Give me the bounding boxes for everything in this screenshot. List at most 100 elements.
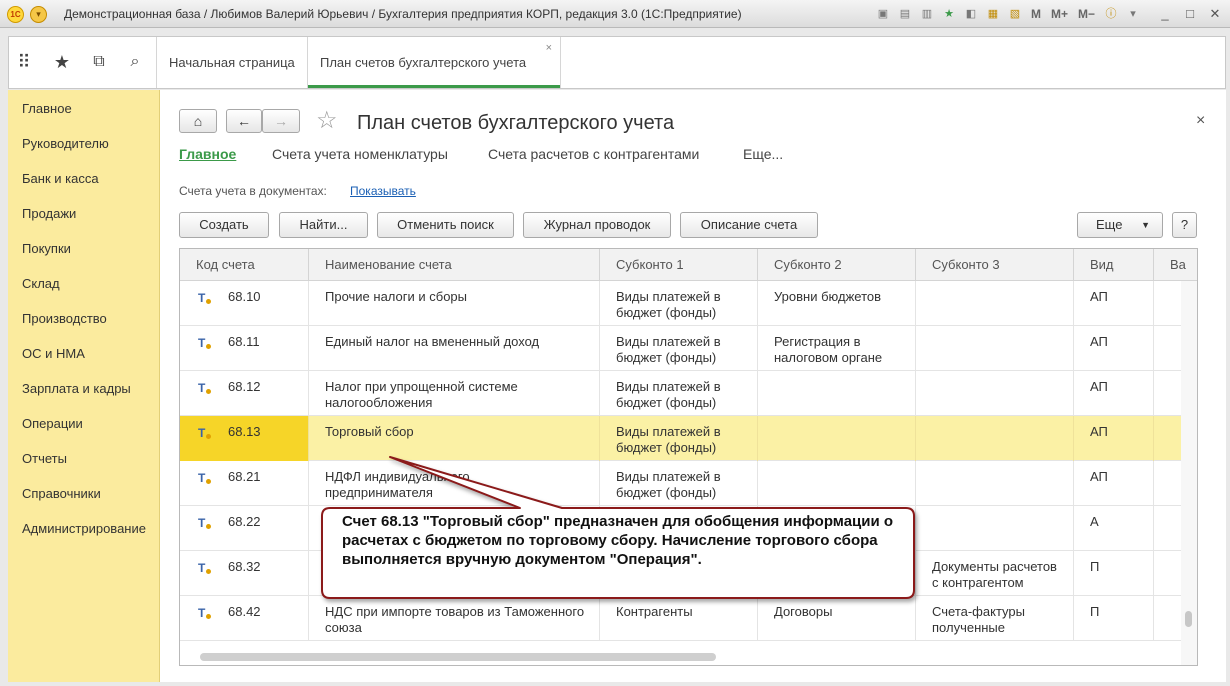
table-row[interactable]: T 68.10 Прочие налоги и сборы Виды платеж… [180, 281, 1181, 326]
table-row-selected[interactable]: T 68.13 Торговый сбор Виды платежей в бюд… [180, 416, 1181, 461]
minimize-icon[interactable]: _ [1156, 5, 1174, 23]
sidebar-item-payroll[interactable]: Зарплата и кадры [22, 381, 131, 396]
column-header-code[interactable]: Код счета [180, 249, 309, 281]
section-link-main[interactable]: Главное [179, 146, 236, 162]
help-button[interactable]: ? [1172, 212, 1197, 238]
column-header-name[interactable]: Наименование счета [309, 249, 600, 281]
column-header-subconto3[interactable]: Субконто 3 [916, 249, 1074, 281]
memory-subtract-button[interactable]: M− [1075, 6, 1098, 23]
cell-subconto3 [916, 461, 1074, 506]
sidebar-item-production[interactable]: Производство [22, 311, 107, 326]
sidebar-item-operations[interactable]: Операции [22, 416, 83, 431]
main-menu-icon[interactable]: ▾ [30, 6, 47, 23]
table-row[interactable]: T 68.12 Налог при упрощенной системе нало… [180, 371, 1181, 416]
section-link-more[interactable]: Еще... [743, 146, 783, 162]
sidebar-item-bank-cash[interactable]: Банк и касса [22, 171, 99, 186]
forward-button[interactable]: → [262, 109, 300, 133]
sidebar-item-warehouse[interactable]: Склад [22, 276, 60, 291]
chevron-down-icon: ▼ [1141, 220, 1150, 230]
sidebar-item-manager[interactable]: Руководителю [22, 136, 109, 151]
calendar-icon[interactable]: ▧ [1006, 6, 1024, 23]
account-code: 68.21 [228, 469, 261, 484]
calculator-icon[interactable]: ▦ [984, 6, 1002, 23]
form-close-icon[interactable]: × [1196, 112, 1205, 130]
create-button[interactable]: Создать [179, 212, 269, 238]
account-code: 68.10 [228, 289, 261, 304]
horizontal-scrollbar[interactable] [180, 647, 1181, 665]
table-row[interactable]: T 68.21 НДФЛ индивидуального предпринимат… [180, 461, 1181, 506]
maximize-icon[interactable]: □ [1181, 5, 1199, 23]
callout-text: Счет 68.13 "Торговый сбор" предназначен … [342, 513, 894, 568]
find-button[interactable]: Найти... [279, 212, 368, 238]
tab-close-icon[interactable]: × [546, 23, 552, 74]
sidebar-item-administration[interactable]: Администрирование [22, 521, 146, 536]
account-icon: T [198, 471, 212, 485]
vertical-scroll-thumb[interactable] [1185, 611, 1192, 627]
back-button[interactable]: ← [226, 109, 262, 133]
home-button[interactable]: ⌂ [179, 109, 217, 133]
cell-name: Единый налог на вмененный доход [309, 326, 600, 371]
cell-kind: АП [1074, 281, 1154, 326]
cell-subconto1: Виды платежей в бюджет (фонды) [600, 281, 758, 326]
search-icon[interactable]: ⌕ [124, 51, 146, 73]
dropdown-icon[interactable]: ▾ [1124, 6, 1142, 23]
cell-subconto2 [758, 461, 916, 506]
column-header-subconto2[interactable]: Субконто 2 [758, 249, 916, 281]
info-icon[interactable]: ⓘ [1102, 6, 1120, 23]
home-icon: ⌂ [193, 113, 203, 129]
cell-name: Прочие налоги и сборы [309, 281, 600, 326]
cell-code: T 68.11 [180, 326, 309, 371]
account-code: 68.32 [228, 559, 261, 574]
table-row[interactable]: T 68.11 Единый налог на вмененный доход В… [180, 326, 1181, 371]
section-link-nomenclature-accounts[interactable]: Счета учета номенклатуры [272, 146, 448, 162]
history-icon[interactable]: ◧ [962, 6, 980, 23]
sidebar-item-main[interactable]: Главное [22, 101, 72, 116]
more-actions-button[interactable]: Еще ▼ [1077, 212, 1163, 238]
sidebar-item-fixed-assets[interactable]: ОС и НМА [22, 346, 85, 361]
top-panel: ⠿ ★ ⧉ ⌕ Начальная страница План счетов б… [8, 36, 1226, 89]
preview-icon[interactable]: ▥ [918, 6, 936, 23]
close-window-icon[interactable]: ✕ [1206, 5, 1224, 23]
save-icon[interactable]: ▣ [874, 6, 892, 23]
app-logo-icon[interactable]: 1C [7, 6, 24, 23]
history-icon[interactable]: ⧉ [88, 51, 110, 73]
add-to-favorites-star-icon[interactable]: ☆ [316, 108, 338, 134]
account-code: 68.22 [228, 514, 261, 529]
column-header-kind[interactable]: Вид [1074, 249, 1154, 281]
table-row[interactable]: T 68.42 НДС при импорте товаров из Таможе… [180, 596, 1181, 641]
cell-name: НДС при импорте товаров из Таможенного с… [309, 596, 600, 641]
vertical-scrollbar[interactable] [1181, 281, 1197, 665]
tab-home[interactable]: Начальная страница [157, 37, 307, 88]
memory-add-button[interactable]: M+ [1048, 6, 1071, 23]
posting-journal-button[interactable]: Журнал проводок [523, 212, 671, 238]
print-icon[interactable]: ▤ [896, 6, 914, 23]
column-header-currency[interactable]: Ва [1154, 249, 1197, 281]
account-icon: T [198, 516, 212, 530]
cell-currency [1154, 461, 1181, 506]
cancel-search-button[interactable]: Отменить поиск [377, 212, 514, 238]
cell-subconto2: Регистрация в налоговом органе [758, 326, 916, 371]
column-header-subconto1[interactable]: Субконто 1 [600, 249, 758, 281]
favorites-icon[interactable]: ★ [940, 6, 958, 23]
sections-grid-icon[interactable]: ⠿ [13, 51, 35, 73]
cell-subconto1: Виды платежей в бюджет (фонды) [600, 461, 758, 506]
cell-subconto3 [916, 506, 1074, 551]
cell-code: T 68.13 [180, 416, 309, 461]
sidebar-item-directories[interactable]: Справочники [22, 486, 101, 501]
tab-chart-of-accounts[interactable]: План счетов бухгалтерского учета × [307, 37, 561, 88]
sidebar-item-sales[interactable]: Продажи [22, 206, 76, 221]
cell-kind: АП [1074, 416, 1154, 461]
tab-chart-of-accounts-label: План счетов бухгалтерского учета [320, 55, 527, 70]
cell-name: Торговый сбор [309, 416, 600, 461]
favorites-star-icon[interactable]: ★ [51, 51, 73, 73]
accounts-table[interactable]: Код счета Наименование счета Субконто 1 … [179, 248, 1198, 666]
cell-currency [1154, 371, 1181, 416]
memory-store-button[interactable]: M [1028, 6, 1044, 23]
section-link-counterparty-accounts[interactable]: Счета расчетов с контрагентами [488, 146, 699, 162]
horizontal-scroll-thumb[interactable] [200, 653, 716, 661]
sidebar-item-purchases[interactable]: Покупки [22, 241, 71, 256]
sidebar-item-reports[interactable]: Отчеты [22, 451, 67, 466]
cell-code: T 68.42 [180, 596, 309, 641]
docs-accounts-show-link[interactable]: Показывать [350, 184, 416, 198]
account-description-button[interactable]: Описание счета [680, 212, 818, 238]
